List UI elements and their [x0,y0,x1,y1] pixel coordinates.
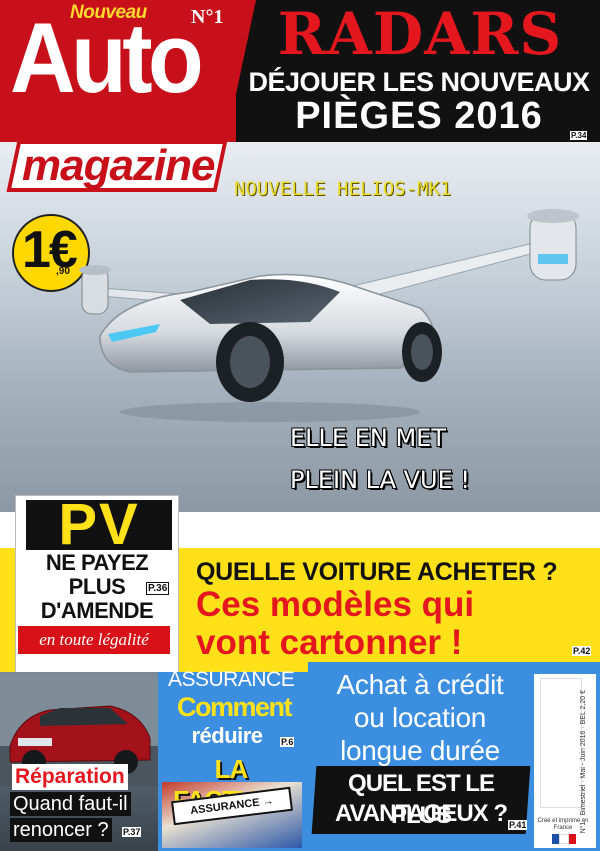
credit-line1: Achat à crédit [336,669,504,700]
credit-line2: ou location [353,702,487,733]
page-ref-insurance: P.6 [280,737,295,747]
feature-headline-line2: vont cartonner ! [196,623,463,662]
france-flag-icon [552,834,576,844]
credit-question-line2: AVANTAGEUX ? [335,800,508,827]
pv-line1: NE PAYEZ [45,550,149,575]
pv-line3: D'AMENDE [40,598,154,623]
hero-tagline-line1: ELLE EN MET [290,424,446,452]
pv-heading: PV [58,492,140,557]
page-ref-feature: P.42 [572,646,592,656]
issue-number: N°1 [191,6,224,28]
masthead-logo-auto: Auto [10,2,204,113]
pv-ribbon-text: en toute légalité [39,630,149,649]
credit-line3: longue durée [340,735,500,766]
page-ref-repair: P.37 [122,827,142,837]
insurance-comment: Comment [176,692,293,722]
insurance-reduire: réduire [191,723,263,748]
page-ref-radars: P.34 [570,131,588,140]
masthead-logo-magazine: magazine [22,141,216,190]
repair-line2: renoncer ? [10,818,112,842]
legal-info: N°1 · Bimestriel · Mai - Juin 2016 · BEL… [580,690,587,834]
headline-line1: DÉJOUER LES NOUVEAUX [248,67,590,97]
page-ref-pv: P.36 [146,582,170,595]
headline-line2: PIÈGES 2016 [295,95,543,137]
flying-car-illustration [79,209,579,422]
repair-line1: Quand faut-il [10,792,131,816]
insurance-title: ASSURANCE [168,668,295,691]
barcode [540,678,582,808]
feature-question: QUELLE VOITURE ACHETER ? [196,558,558,586]
feature-headline-line1: Ces modèles qui [196,585,475,624]
hero-tagline-line2: PLEIN LA VUE ! [290,466,471,494]
page-ref-credit: P.41 [508,820,528,830]
repair-title: Réparation [12,764,128,790]
headline-radars: RADARS [277,0,563,68]
made-in-france: Créé et imprimé en France [537,818,589,831]
